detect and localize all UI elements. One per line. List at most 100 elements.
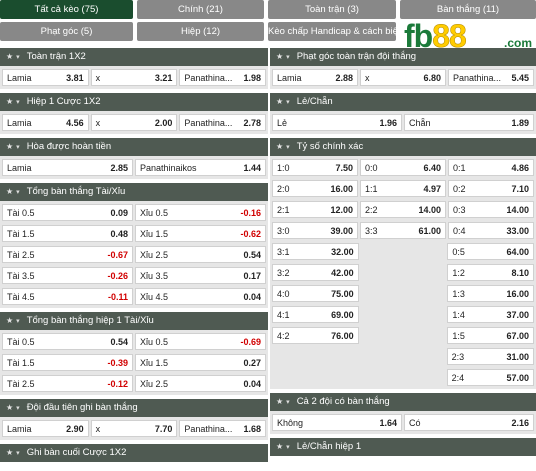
tab-goals[interactable]: Bàn thắng (11) — [400, 0, 536, 19]
odds-cell[interactable]: Panathina... 2.78 — [179, 114, 267, 131]
chevron-down-icon[interactable]: ▾ — [16, 184, 20, 202]
tab-corners[interactable]: Phạt góc (5) — [0, 22, 133, 41]
odds-cell[interactable]: Xỉu 3.5 0.17 — [135, 267, 266, 284]
odds-cell[interactable]: 0:5 64.00 — [447, 243, 535, 260]
odds-cell[interactable]: 2:4 57.00 — [446, 369, 534, 386]
odds-cell[interactable]: 0:0 6.40 — [360, 159, 446, 176]
odds-cell[interactable]: 2:2 14.00 — [360, 201, 446, 218]
odds-cell[interactable]: Tài 3.5 -0.26 — [2, 267, 133, 284]
tab-half[interactable]: Hiệp (12) — [137, 22, 264, 41]
star-icon[interactable]: ★ — [6, 403, 13, 412]
odds-cell[interactable]: Tài 1.5 0.48 — [2, 225, 133, 242]
chevron-down-icon[interactable]: ▾ — [286, 49, 290, 67]
chevron-down-icon[interactable]: ▾ — [16, 313, 20, 331]
star-icon[interactable]: ★ — [6, 448, 13, 457]
odds-cell[interactable]: 3:1 32.00 — [272, 243, 359, 260]
market-header[interactable]: ★ ▾ Ghi bàn cuối Cược 1X2 — [0, 444, 268, 462]
odds-cell[interactable]: Tài 2.5 -0.12 — [2, 375, 133, 392]
odds-cell[interactable]: Tài 2.5 -0.67 — [2, 246, 133, 263]
odds-cell[interactable]: 1:5 67.00 — [447, 327, 535, 344]
odds-cell[interactable]: Panathina... 1.98 — [179, 69, 267, 86]
odds-cell[interactable]: Lamia 4.56 — [2, 114, 89, 131]
star-icon[interactable]: ★ — [6, 97, 13, 106]
chevron-down-icon[interactable]: ▾ — [16, 400, 20, 418]
star-icon[interactable]: ★ — [6, 142, 13, 151]
tab-all[interactable]: Tất cả kèo (75) — [0, 0, 133, 19]
odds-cell[interactable]: Xỉu 2.5 0.04 — [135, 375, 266, 392]
market-header[interactable]: ★ ▾ Hòa được hoàn tiền — [0, 138, 268, 156]
odds-cell[interactable]: Xỉu 1.5 -0.62 — [135, 225, 266, 242]
odds-cell[interactable]: Panathinaikos 1.44 — [135, 159, 266, 176]
odds-cell[interactable]: Không 1.64 — [272, 414, 402, 431]
odds-cell[interactable]: x 2.00 — [90, 114, 178, 131]
chevron-down-icon[interactable]: ▾ — [286, 139, 290, 157]
odds-cell[interactable]: Xỉu 4.5 0.04 — [135, 288, 266, 305]
odds-cell[interactable]: 0:1 4.86 — [448, 159, 534, 176]
odds-cell[interactable]: Tài 1.5 -0.39 — [2, 354, 133, 371]
odds-cell[interactable]: x 6.80 — [360, 69, 446, 86]
market-header[interactable]: ★ ▾ Tổng bàn thắng Tài/Xỉu — [0, 183, 268, 201]
odds-cell[interactable]: 0:2 7.10 — [448, 180, 534, 197]
market-header[interactable]: ★ ▾ Lẻ/Chẵn hiệp 1 — [270, 438, 536, 456]
odds-cell[interactable]: Lamia 2.90 — [2, 420, 89, 437]
chevron-down-icon[interactable]: ▾ — [286, 439, 290, 457]
odds-cell[interactable]: Xỉu 0.5 -0.69 — [135, 333, 266, 350]
odds-cell[interactable]: 2:0 16.00 — [272, 180, 358, 197]
tab-handicap[interactable]: Kèo chấp Handicap & cách biệt (2) — [268, 22, 396, 41]
market-header[interactable]: ★ ▾ Lẻ/Chẵn — [270, 93, 536, 111]
market-header[interactable]: ★ ▾ Phạt góc toàn trận đội thắng — [270, 48, 536, 66]
market-header[interactable]: ★ ▾ Tỷ số chính xác — [270, 138, 536, 156]
odds-cell[interactable]: 1:2 8.10 — [447, 264, 535, 281]
odds-cell[interactable]: 2:3 31.00 — [446, 348, 534, 365]
star-icon[interactable]: ★ — [276, 52, 283, 61]
odds-cell[interactable]: Lamia 2.88 — [272, 69, 358, 86]
odds-cell[interactable]: 1:0 7.50 — [272, 159, 358, 176]
odds-cell[interactable]: Xỉu 0.5 -0.16 — [135, 204, 266, 221]
odds-cell[interactable]: Xỉu 1.5 0.27 — [135, 354, 266, 371]
odds-cell[interactable]: 3:0 39.00 — [272, 222, 358, 239]
tab-main[interactable]: Chính (21) — [137, 0, 264, 19]
odds-cell[interactable]: 1:1 4.97 — [360, 180, 446, 197]
tab-fulltime[interactable]: Toàn trận (3) — [268, 0, 396, 19]
odds-cell[interactable]: Tài 0.5 0.09 — [2, 204, 133, 221]
odds-cell[interactable]: Lamia 3.81 — [2, 69, 89, 86]
odds-cell[interactable]: 3:3 61.00 — [360, 222, 446, 239]
star-icon[interactable]: ★ — [276, 442, 283, 451]
odds-cell[interactable]: 4:2 76.00 — [272, 327, 359, 344]
odds-cell[interactable]: 3:2 42.00 — [272, 264, 359, 281]
star-icon[interactable]: ★ — [276, 97, 283, 106]
odds-cell[interactable]: Lamia 2.85 — [2, 159, 133, 176]
odds-cell[interactable]: x 7.70 — [90, 420, 178, 437]
star-icon[interactable]: ★ — [6, 187, 13, 196]
odds-cell[interactable]: 4:1 69.00 — [272, 306, 359, 323]
chevron-down-icon[interactable]: ▾ — [16, 445, 20, 463]
market-header[interactable]: ★ ▾ Cả 2 đội có bàn thắng — [270, 393, 536, 411]
odds-cell[interactable]: 1:4 37.00 — [447, 306, 535, 323]
odds-cell[interactable]: Chẵn 1.89 — [404, 114, 534, 131]
odds-cell[interactable]: Xỉu 2.5 0.54 — [135, 246, 266, 263]
chevron-down-icon[interactable]: ▾ — [16, 49, 20, 67]
market-header[interactable]: ★ ▾ Toàn trận 1X2 — [0, 48, 268, 66]
star-icon[interactable]: ★ — [6, 316, 13, 325]
odds-cell[interactable]: Tài 4.5 -0.11 — [2, 288, 133, 305]
chevron-down-icon[interactable]: ▾ — [286, 394, 290, 412]
market-header[interactable]: ★ ▾ Tổng bàn thắng hiệp 1 Tài/Xỉu — [0, 312, 268, 330]
odds-cell[interactable]: 2:1 12.00 — [272, 201, 358, 218]
market-header[interactable]: ★ ▾ Đội đầu tiên ghi bàn thắng — [0, 399, 268, 417]
odds-cell[interactable]: x 3.21 — [90, 69, 178, 86]
star-icon[interactable]: ★ — [276, 142, 283, 151]
odds-cell[interactable]: 4:0 75.00 — [272, 285, 359, 302]
odds-cell[interactable]: Tài 0.5 0.54 — [2, 333, 133, 350]
star-icon[interactable]: ★ — [276, 397, 283, 406]
odds-cell[interactable]: Panathina... 5.45 — [448, 69, 534, 86]
chevron-down-icon[interactable]: ▾ — [16, 139, 20, 157]
odds-cell[interactable]: 1:3 16.00 — [447, 285, 535, 302]
odds-cell[interactable]: Panathina... 1.68 — [179, 420, 267, 437]
odds-cell[interactable]: Có 2.16 — [404, 414, 534, 431]
chevron-down-icon[interactable]: ▾ — [286, 94, 290, 112]
market-header[interactable]: ★ ▾ Hiệp 1 Cược 1X2 — [0, 93, 268, 111]
chevron-down-icon[interactable]: ▾ — [16, 94, 20, 112]
star-icon[interactable]: ★ — [6, 52, 13, 61]
odds-cell[interactable]: 0:3 14.00 — [448, 201, 534, 218]
odds-cell[interactable]: 0:4 33.00 — [448, 222, 534, 239]
